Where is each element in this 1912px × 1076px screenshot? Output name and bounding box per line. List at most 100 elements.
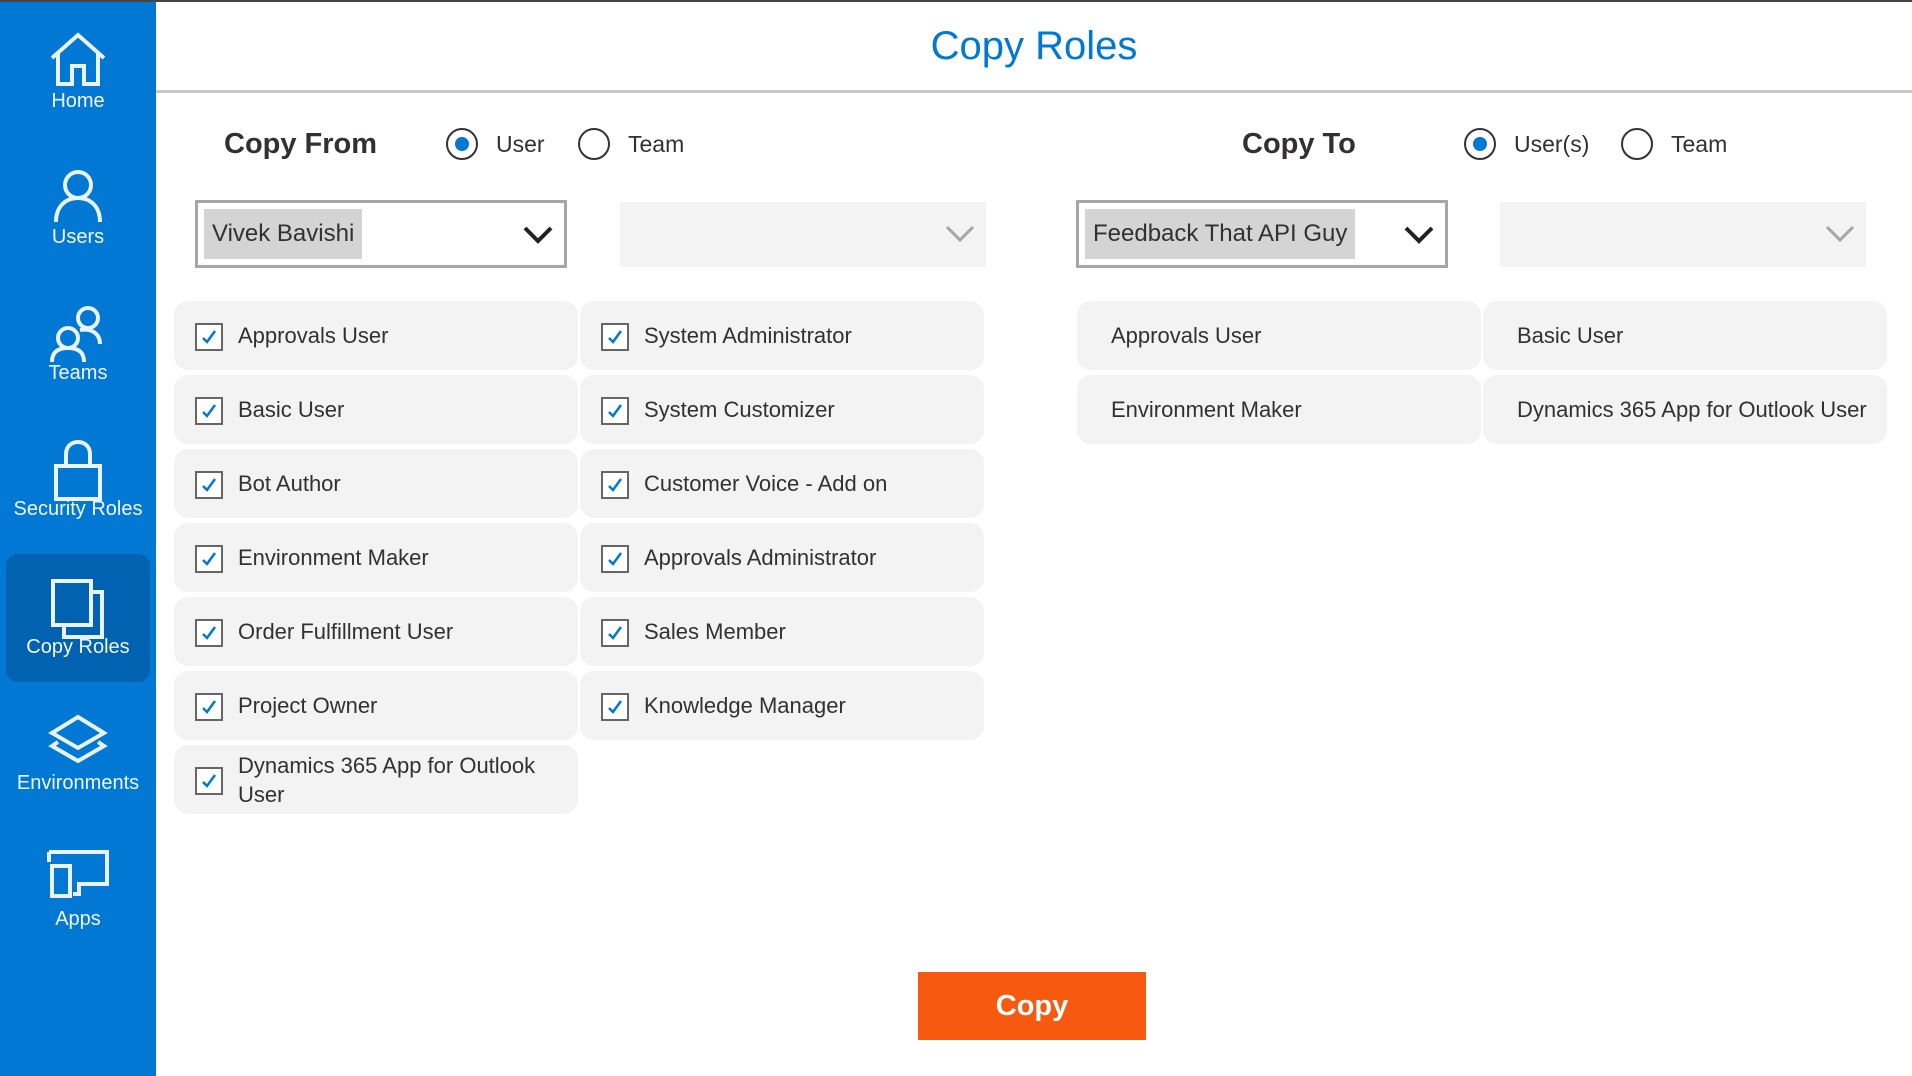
role-card[interactable]: Environment Maker: [174, 523, 578, 592]
chevron-down-icon: [945, 225, 975, 243]
role-card[interactable]: Project Owner: [174, 671, 578, 740]
chevron-down-icon: [1404, 226, 1434, 244]
header-divider: [156, 90, 1912, 93]
copy-from-team-dropdown[interactable]: [620, 202, 986, 267]
role-card[interactable]: Order Fulfillment User: [174, 597, 578, 666]
role-card[interactable]: Knowledge Manager: [580, 671, 984, 740]
existing-role-card: Approvals User: [1077, 301, 1481, 370]
role-label: Basic User: [1517, 322, 1624, 348]
radio-label: Team: [628, 130, 685, 157]
radio-button[interactable]: [1621, 128, 1653, 160]
radio-button-selected[interactable]: [446, 128, 478, 160]
checkmark-icon: [608, 700, 623, 714]
radio-label: Team: [1671, 130, 1728, 157]
role-label: Order Fulfillment User: [238, 619, 454, 644]
role-card[interactable]: Approvals User: [174, 301, 578, 370]
chevron-down-icon: [523, 226, 553, 244]
radio-label: User: [496, 130, 545, 157]
role-label: Sales Member: [644, 619, 786, 644]
sidebar-item-security-roles[interactable]: Security Roles: [6, 416, 150, 544]
copy-from-user-dropdown[interactable]: Vivek Bavishi: [195, 200, 567, 268]
checkmark-icon: [608, 404, 623, 418]
role-checkbox[interactable]: [195, 693, 223, 721]
radio-label: User(s): [1514, 130, 1590, 157]
role-label: Dynamics 365 App for Outlook User: [238, 752, 536, 807]
role-label: Approvals User: [1111, 322, 1262, 348]
role-label: Dynamics 365 App for Outlook User: [1517, 396, 1867, 422]
copy-from-label: Copy From: [224, 128, 378, 160]
sidebar-item-teams[interactable]: Teams: [6, 280, 150, 408]
copy-to-radio-users[interactable]: User(s): [1464, 128, 1589, 160]
role-label: Approvals Administrator: [644, 545, 877, 570]
sidebar-item-apps[interactable]: Apps: [6, 826, 150, 954]
role-label: Environment Maker: [238, 545, 429, 570]
role-label: Bot Author: [238, 471, 341, 496]
checkmark-icon: [202, 478, 217, 492]
radio-button[interactable]: [578, 128, 610, 160]
devices-icon: [47, 850, 109, 898]
role-checkbox[interactable]: [601, 545, 629, 573]
people-icon: [50, 306, 102, 363]
copy-from-radio-user[interactable]: User: [446, 128, 545, 160]
role-checkbox[interactable]: [601, 323, 629, 351]
sidebar-item-label: Users: [51, 226, 105, 248]
checkmark-icon: [202, 774, 217, 788]
dropdown-selected-value: Feedback That API Guy: [1085, 209, 1356, 259]
sidebar-item-label: Security Roles: [13, 498, 143, 520]
role-label: System Administrator: [644, 323, 852, 348]
existing-role-card: Basic User: [1483, 301, 1887, 370]
role-checkbox[interactable]: [601, 397, 629, 425]
copy-icon: [51, 579, 104, 639]
copy-to-label: Copy To: [1242, 128, 1356, 160]
checkmark-icon: [202, 626, 217, 640]
role-label: Customer Voice - Add on: [644, 471, 888, 496]
home-icon: [50, 32, 106, 86]
checkmark-icon: [608, 330, 623, 344]
existing-role-card: Environment Maker: [1077, 375, 1481, 444]
role-checkbox[interactable]: [601, 693, 629, 721]
role-card[interactable]: Sales Member: [580, 597, 984, 666]
checkmark-icon: [202, 700, 217, 714]
role-card[interactable]: System Administrator: [580, 301, 984, 370]
layers-icon: [48, 714, 108, 764]
copy-to-user-dropdown[interactable]: Feedback That API Guy: [1076, 200, 1448, 268]
sidebar-item-environments[interactable]: Environments: [6, 690, 150, 818]
sidebar-item-label: Teams: [48, 362, 108, 384]
checkmark-icon: [608, 478, 623, 492]
dropdown-selected-value: Vivek Bavishi: [204, 209, 363, 259]
role-label: Project Owner: [238, 693, 378, 718]
role-checkbox[interactable]: [195, 323, 223, 351]
sidebar-item-copy-roles[interactable]: Copy Roles: [6, 554, 150, 682]
role-checkbox[interactable]: [601, 619, 629, 647]
role-card[interactable]: Dynamics 365 App for Outlook User: [174, 745, 578, 814]
checkmark-icon: [202, 330, 217, 344]
checkmark-icon: [608, 552, 623, 566]
role-checkbox[interactable]: [195, 619, 223, 647]
role-card[interactable]: Customer Voice - Add on: [580, 449, 984, 518]
copy-from-radio-team[interactable]: Team: [578, 128, 684, 160]
copy-to-radio-team[interactable]: Team: [1621, 128, 1727, 160]
existing-role-card: Dynamics 365 App for Outlook User: [1483, 375, 1887, 444]
role-card[interactable]: Basic User: [174, 375, 578, 444]
main-content: Copy Roles Copy From User Team Vivek Bav…: [156, 2, 1912, 1076]
checkmark-icon: [202, 404, 217, 418]
role-checkbox[interactable]: [601, 471, 629, 499]
role-checkbox[interactable]: [195, 767, 223, 795]
copy-button[interactable]: Copy: [918, 972, 1146, 1040]
radio-button-selected[interactable]: [1464, 128, 1496, 160]
sidebar-item-label: Home: [51, 90, 105, 112]
app-window: Home Users Teams Security Roles Copy Rol…: [0, 0, 1912, 1076]
sidebar-item-label: Environments: [16, 772, 140, 794]
role-checkbox[interactable]: [195, 545, 223, 573]
page-title: Copy Roles: [930, 24, 1138, 68]
role-card[interactable]: Approvals Administrator: [580, 523, 984, 592]
sidebar-item-home[interactable]: Home: [6, 8, 150, 136]
sidebar-item-users[interactable]: Users: [6, 144, 150, 272]
role-checkbox[interactable]: [195, 471, 223, 499]
sidebar-item-label: Apps: [55, 908, 101, 930]
role-card[interactable]: System Customizer: [580, 375, 984, 444]
role-card[interactable]: Bot Author: [174, 449, 578, 518]
role-checkbox[interactable]: [195, 397, 223, 425]
copy-to-team-dropdown[interactable]: [1500, 202, 1866, 267]
role-label: Environment Maker: [1111, 396, 1302, 422]
